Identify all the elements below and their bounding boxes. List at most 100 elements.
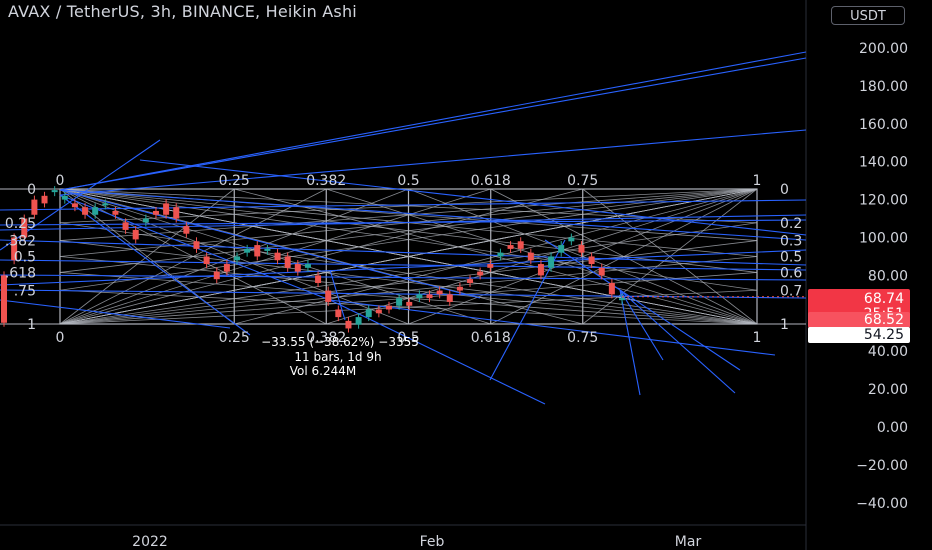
candle-body <box>82 207 89 215</box>
candle-body <box>71 203 78 208</box>
candle-body <box>1 275 7 323</box>
fib-right-label: 0.5 <box>780 250 802 266</box>
candle-body <box>51 190 58 193</box>
price-tick-label: −40.00 <box>856 496 908 512</box>
candle-body <box>456 286 463 291</box>
candle-body <box>92 207 99 215</box>
candle-body <box>436 290 443 295</box>
candle-body <box>315 275 322 283</box>
fib-left-label: .618 <box>5 265 36 281</box>
candle-body <box>517 241 524 249</box>
candle-body <box>223 264 230 272</box>
candle-body <box>274 252 281 261</box>
candle-body <box>467 279 474 283</box>
measure-change: −33.55 (−38.62%) −3355 <box>261 335 419 349</box>
price-tick-label: 160.00 <box>859 117 908 133</box>
fib-right-label: 0 <box>780 182 789 198</box>
candle-body <box>426 294 433 299</box>
fib-right-label: 0.6 <box>780 265 802 281</box>
candle-body <box>173 207 180 219</box>
candle-body <box>284 256 291 268</box>
candle-body <box>396 298 403 306</box>
candle-body <box>31 199 38 215</box>
candle-body <box>608 282 615 295</box>
candle-body <box>163 203 170 215</box>
price-tick-label: 40.00 <box>868 344 908 360</box>
price-tick-label: 140.00 <box>859 155 908 171</box>
symbol-title: AVAX / TetherUS, 3h, BINANCE, Heikin Ash… <box>8 2 357 21</box>
candle-body <box>213 271 220 280</box>
fib-left-label: .75 <box>14 283 36 299</box>
fib-right-label: 1 <box>780 317 789 333</box>
time-tick-label: 2022 <box>132 534 168 550</box>
measure-volume: Vol 6.244M <box>290 364 356 378</box>
fib-top-label: 0.382 <box>306 173 346 189</box>
price-tick-label: 120.00 <box>859 193 908 209</box>
price-badges: 68.7425:5168.5254.25 <box>808 289 910 343</box>
candle-body <box>345 320 352 329</box>
fib-bottom-label: 0.618 <box>471 330 511 346</box>
fib-left-label: 0 <box>27 182 36 198</box>
candle-body <box>527 252 534 261</box>
candle-body <box>375 309 382 314</box>
candle-body <box>558 245 565 253</box>
candle-body <box>41 195 48 204</box>
fib-top-label: 0.618 <box>471 173 511 189</box>
candle-body <box>598 267 605 276</box>
ma-value-label: 68.52 <box>864 312 904 328</box>
candle-body <box>335 309 342 318</box>
price-tick-label: 100.00 <box>859 231 908 247</box>
price-chart[interactable]: 0 0.25 0.382 0.5 0.618 0.75 10 0.25 0.382 0.5 0.61… <box>0 0 932 550</box>
candle-body <box>183 226 190 234</box>
candle-body <box>102 203 109 206</box>
candle-body <box>203 256 210 265</box>
fib-top-label: 0.25 <box>219 173 250 189</box>
price-tick-label: −20.00 <box>856 458 908 474</box>
candle-body <box>193 241 200 249</box>
fib-top-label: 0.5 <box>397 173 419 189</box>
last-price-label: 68.74 <box>864 291 904 307</box>
fib-left-label: 0.5 <box>14 250 36 266</box>
fib-bottom-label: 0 <box>56 330 65 346</box>
candle-body <box>61 195 68 200</box>
time-tick-label: Mar <box>675 534 702 550</box>
price-tick-label: 200.00 <box>859 41 908 57</box>
fib-bottom-label: 1 <box>753 330 762 346</box>
measure-bars: 11 bars, 1d 9h <box>294 350 381 364</box>
price-tick-label: 20.00 <box>868 382 908 398</box>
candle-body <box>477 271 484 276</box>
time-tick-label: Feb <box>420 534 445 550</box>
candle-body <box>122 222 129 230</box>
fib-left-label: 0.25 <box>5 216 36 232</box>
fib-top-label: 0.75 <box>567 173 598 189</box>
fib-left-label: .382 <box>5 234 36 250</box>
candle-body <box>142 218 149 223</box>
candle-body <box>254 245 261 257</box>
candle-body <box>385 305 392 310</box>
fib-bottom-label: 0.75 <box>567 330 598 346</box>
candle-body <box>487 264 494 268</box>
candle-body <box>548 256 555 268</box>
candle-body <box>619 298 625 301</box>
candle-body <box>446 294 453 302</box>
candle-body <box>234 256 241 261</box>
candle-body <box>578 245 585 253</box>
fib-right-label: 0.7 <box>780 283 802 299</box>
candle-body <box>112 210 119 215</box>
fib-right-label: 0.3 <box>780 234 802 250</box>
candle-body <box>507 245 514 249</box>
fib-left-label: 1 <box>27 317 36 333</box>
candle-body <box>497 252 504 257</box>
candle-body <box>304 264 311 268</box>
candle-body <box>568 237 575 242</box>
candle-body <box>365 309 372 318</box>
currency-unit-button[interactable]: USDT <box>831 6 905 25</box>
fib-top-label: 0 <box>56 173 65 189</box>
price-tick-label: 80.00 <box>868 268 908 284</box>
candle-body <box>294 264 301 272</box>
candle-body <box>416 294 423 299</box>
candle-body <box>406 301 413 306</box>
candle-body <box>244 248 251 253</box>
fib-right-label: 0.2 <box>780 216 802 232</box>
candle-body <box>355 317 362 325</box>
